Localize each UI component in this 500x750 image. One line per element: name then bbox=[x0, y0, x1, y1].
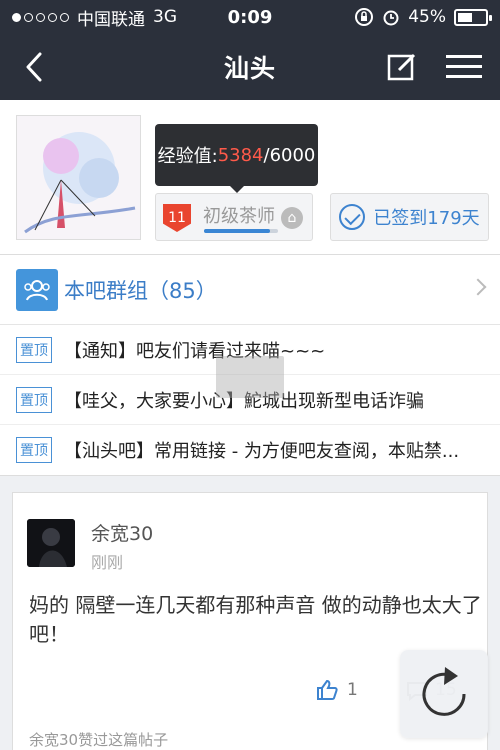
rocket-icon: ⌂ bbox=[281, 207, 303, 229]
author-avatar[interactable] bbox=[27, 519, 75, 567]
post-content[interactable]: 妈的 隔壁一连几天都有那种声音 做的动静也太大了吧！ bbox=[29, 591, 484, 649]
like-button[interactable]: 1 bbox=[315, 678, 358, 702]
signed-in-label: 已签到179天 bbox=[373, 208, 480, 229]
refresh-icon bbox=[422, 667, 466, 716]
refresh-button[interactable] bbox=[400, 650, 488, 738]
carrier-label: 中国联通 bbox=[77, 9, 145, 30]
thumbs-up-icon bbox=[317, 679, 338, 700]
group-title: 本吧群组（85） bbox=[64, 278, 217, 303]
forum-group-row[interactable]: 本吧群组（85） bbox=[0, 255, 500, 325]
experience-label: 经验值: bbox=[157, 146, 218, 167]
edit-icon[interactable] bbox=[386, 51, 418, 83]
post-time: 刚刚 bbox=[91, 553, 124, 572]
level-progress-bar bbox=[204, 229, 278, 233]
signed-in-button[interactable]: 已签到179天 bbox=[330, 193, 489, 241]
post-author[interactable]: 余宽30 bbox=[91, 519, 153, 546]
signal-strength-icon bbox=[12, 12, 69, 22]
network-label: 3G bbox=[153, 7, 177, 27]
member-level-button[interactable]: 11 初级茶师 ⌂ bbox=[155, 193, 313, 241]
back-icon[interactable] bbox=[18, 50, 52, 84]
like-count: 1 bbox=[347, 680, 358, 700]
pinned-badge: 置顶 bbox=[16, 336, 52, 363]
pinned-list: 置顶 【通知】吧友们请看过来喵~~~ 置顶 【哇父，大家要小心】鮀城出现新型电话… bbox=[0, 325, 500, 476]
experience-tooltip: 经验值: 5384 / 6000 bbox=[155, 124, 318, 193]
menu-icon[interactable] bbox=[446, 53, 482, 81]
battery-percent: 45% bbox=[408, 7, 446, 27]
page-title: 汕头 bbox=[223, 54, 276, 83]
clock: 0:09 bbox=[227, 6, 273, 28]
forum-header: 汕头 关注 3635545 经验值: 5384 / 6000 11 初级茶师 ⌂… bbox=[0, 100, 500, 255]
status-bar: 中国联通 3G 0:09 45% bbox=[0, 0, 500, 34]
navigation-bar: 汕头 bbox=[0, 34, 500, 100]
experience-current: 5384 bbox=[217, 144, 264, 166]
forum-avatar bbox=[16, 115, 141, 240]
pinned-badge: 置顶 bbox=[16, 386, 52, 413]
group-icon bbox=[16, 268, 58, 311]
status-right: 45% bbox=[354, 7, 492, 27]
loading-overlay bbox=[216, 356, 284, 398]
level-badge: 11 bbox=[163, 204, 191, 232]
alarm-icon bbox=[383, 10, 399, 26]
pinned-title: 【汕头吧】常用链接 - 为方便吧友查阅，本贴禁... bbox=[64, 441, 460, 462]
status-left: 中国联通 3G bbox=[12, 5, 177, 30]
post-footer: 余宽30赞过这篇帖子 bbox=[29, 731, 169, 749]
experience-max: 6000 bbox=[269, 144, 316, 166]
pinned-badge: 置顶 bbox=[16, 437, 52, 463]
pinned-item[interactable]: 置顶 【汕头吧】常用链接 - 为方便吧友查阅，本贴禁... bbox=[0, 425, 500, 475]
pinned-title: 【通知】吧友们请看过来喵~~~ bbox=[64, 340, 326, 362]
level-name: 初级茶师 bbox=[203, 206, 275, 227]
rotation-lock-icon bbox=[355, 8, 374, 26]
chevron-right-icon bbox=[469, 278, 487, 296]
check-circle-icon bbox=[339, 204, 366, 230]
battery-icon bbox=[454, 8, 492, 26]
